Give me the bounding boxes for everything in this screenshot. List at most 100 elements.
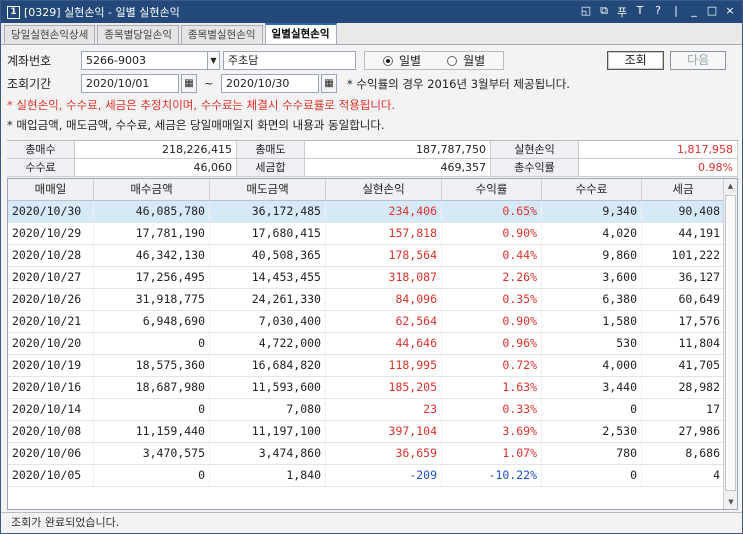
tab-daily-detail[interactable]: 당일실현손익상세 xyxy=(4,25,96,44)
cell-trade-date: 2020/10/14 xyxy=(8,399,94,420)
cell-tax: 36,127 xyxy=(642,267,725,288)
chevron-down-icon[interactable]: ▼ xyxy=(208,51,220,70)
cell-sell-amount: 11,593,600 xyxy=(210,377,326,398)
column-header-trade-date[interactable]: 매매일 xyxy=(8,179,94,200)
date-to-input[interactable]: 2020/10/30 xyxy=(221,74,319,93)
fee-value: 46,060 xyxy=(75,159,237,176)
table-row[interactable]: 2020/10/20 0 4,722,000 44,646 0.96% 530 11,804 xyxy=(8,333,737,355)
account-label: 계좌번호 xyxy=(7,54,52,68)
column-header-tax[interactable]: 세금 xyxy=(642,179,725,200)
cell-trade-date: 2020/10/26 xyxy=(8,289,94,310)
window-number: 1 xyxy=(7,5,20,19)
cell-tax: 17,576 xyxy=(642,311,725,332)
close-icon[interactable]: × xyxy=(724,4,736,20)
cell-return-rate: 3.69% xyxy=(442,421,542,442)
next-button[interactable]: 다음 xyxy=(670,51,727,70)
window-title: [0329] 실현손익 - 일별 실현손익 xyxy=(24,6,180,19)
column-header-fee[interactable]: 수수료 xyxy=(542,179,642,200)
column-header-buy-amount[interactable]: 매수금액 xyxy=(94,179,210,200)
cell-buy-amount: 46,342,130 xyxy=(94,245,210,266)
scroll-thumb[interactable] xyxy=(725,195,736,491)
cell-sell-amount: 7,080 xyxy=(210,399,326,420)
minimize-icon[interactable]: _ xyxy=(688,4,700,20)
cell-sell-amount: 24,261,330 xyxy=(210,289,326,310)
radio-daily[interactable]: 일별 xyxy=(383,52,421,69)
cell-return-rate: 0.44% xyxy=(442,245,542,266)
cell-fee: 2,530 xyxy=(542,421,642,442)
calendar-icon[interactable]: ▦ xyxy=(181,74,197,93)
realized-value: 1,817,958 xyxy=(579,141,738,158)
radio-monthly-label: 월별 xyxy=(463,54,486,68)
tab-daily-realized[interactable]: 일별실현손익 xyxy=(264,23,337,44)
cell-trade-date: 2020/10/19 xyxy=(8,355,94,376)
copy-window-icon[interactable]: ⧉ xyxy=(598,4,610,20)
buy-total-label: 총매수 xyxy=(7,141,75,158)
cell-buy-amount: 18,687,980 xyxy=(94,377,210,398)
cell-return-rate: -10.22% xyxy=(442,465,542,486)
date-from-input[interactable]: 2020/10/01 xyxy=(81,74,179,93)
table-row[interactable]: 2020/10/29 17,781,190 17,680,415 157,818 0.9… xyxy=(8,223,737,245)
pin-icon[interactable]: 푸 xyxy=(616,4,628,20)
cell-realized-pnl: 318,087 xyxy=(326,267,442,288)
cell-fee: 3,600 xyxy=(542,267,642,288)
scroll-down-icon[interactable]: ▼ xyxy=(724,495,737,509)
table-row[interactable]: 2020/10/14 0 7,080 23 0.33% 0 17 xyxy=(8,399,737,421)
vertical-scrollbar[interactable]: ▲ ▼ xyxy=(723,179,737,509)
app-window: 1 [0329] 실현손익 - 일별 실현손익 ◱ ⧉ 푸 T ? | _ □ … xyxy=(0,0,743,534)
table-row[interactable]: 2020/10/19 18,575,360 16,684,820 118,995 0.7… xyxy=(8,355,737,377)
cell-return-rate: 0.33% xyxy=(442,399,542,420)
cell-trade-date: 2020/10/08 xyxy=(8,421,94,442)
cell-tax: 101,222 xyxy=(642,245,725,266)
table-row[interactable]: 2020/10/26 31,918,775 24,261,330 84,096 0.35… xyxy=(8,289,737,311)
cell-trade-date: 2020/10/28 xyxy=(8,245,94,266)
column-header-sell-amount[interactable]: 매도금액 xyxy=(210,179,326,200)
cell-realized-pnl: 62,564 xyxy=(326,311,442,332)
cell-tax: 41,705 xyxy=(642,355,725,376)
cell-buy-amount: 3,470,575 xyxy=(94,443,210,464)
cell-tax: 90,408 xyxy=(642,201,725,222)
window-controls: ◱ ⧉ 푸 T ? | _ □ × xyxy=(580,4,736,20)
cell-realized-pnl: 84,096 xyxy=(326,289,442,310)
maximize-icon[interactable]: □ xyxy=(706,4,718,20)
table-row[interactable]: 2020/10/08 11,159,440 11,197,100 397,104 3.6… xyxy=(8,421,737,443)
cell-tax: 44,191 xyxy=(642,223,725,244)
cell-buy-amount: 11,159,440 xyxy=(94,421,210,442)
cell-trade-date: 2020/10/20 xyxy=(8,333,94,354)
account-input[interactable]: 5266-9003 xyxy=(81,51,208,70)
cell-realized-pnl: 23 xyxy=(326,399,442,420)
date-separator: ~ xyxy=(204,77,214,90)
tab-stock-realized[interactable]: 종목별실현손익 xyxy=(180,25,263,44)
radio-monthly[interactable]: 월별 xyxy=(447,52,485,69)
cell-trade-date: 2020/10/16 xyxy=(8,377,94,398)
cell-sell-amount: 14,453,455 xyxy=(210,267,326,288)
table-row[interactable]: 2020/10/06 3,470,575 3,474,860 36,659 1.07% 7… xyxy=(8,443,737,465)
restore-icon[interactable]: ◱ xyxy=(580,4,592,20)
cell-sell-amount: 7,030,400 xyxy=(210,311,326,332)
grid-header: 매매일 매수금액 매도금액 실현손익 수익률 수수료 세금 xyxy=(8,179,737,201)
cell-realized-pnl: 397,104 xyxy=(326,421,442,442)
table-row[interactable]: 2020/10/16 18,687,980 11,593,600 185,205 1.6… xyxy=(8,377,737,399)
calendar-icon[interactable]: ▦ xyxy=(321,74,337,93)
query-button[interactable]: 조회 xyxy=(607,51,665,70)
cell-fee: 3,440 xyxy=(542,377,642,398)
cell-realized-pnl: -209 xyxy=(326,465,442,486)
title-bar: 1 [0329] 실현손익 - 일별 실현손익 ◱ ⧉ 푸 T ? | _ □ … xyxy=(1,1,742,23)
font-size-icon[interactable]: T xyxy=(634,4,646,20)
table-row[interactable]: 2020/10/27 17,256,495 14,453,455 318,087 2.2… xyxy=(8,267,737,289)
help-icon[interactable]: ? xyxy=(652,4,664,20)
cell-buy-amount: 18,575,360 xyxy=(94,355,210,376)
column-header-realized-pnl[interactable]: 실현손익 xyxy=(326,179,442,200)
table-row[interactable]: 2020/10/05 0 1,840 -209 -10.22% 0 4 xyxy=(8,465,737,487)
cell-realized-pnl: 185,205 xyxy=(326,377,442,398)
column-header-return-rate[interactable]: 수익률 xyxy=(442,179,542,200)
cell-return-rate: 1.07% xyxy=(442,443,542,464)
table-row[interactable]: 2020/10/30 46,085,780 36,172,485 234,406 0.6… xyxy=(8,201,737,223)
radio-selected-icon xyxy=(383,55,393,66)
scroll-up-icon[interactable]: ▲ xyxy=(724,179,737,193)
radio-daily-label: 일별 xyxy=(399,54,422,68)
account-name-field: 주초담 xyxy=(223,51,356,70)
table-row[interactable]: 2020/10/28 46,342,130 40,508,365 178,564 0.4… xyxy=(8,245,737,267)
table-row[interactable]: 2020/10/21 6,948,690 7,030,400 62,564 0.90% 1… xyxy=(8,311,737,333)
tab-stock-daily[interactable]: 종목별당일손익 xyxy=(97,25,179,44)
query-form: 계좌번호 5266-9003 ▼ 주초담 일별 월별 조회 다음 조회기간 20… xyxy=(1,45,742,139)
